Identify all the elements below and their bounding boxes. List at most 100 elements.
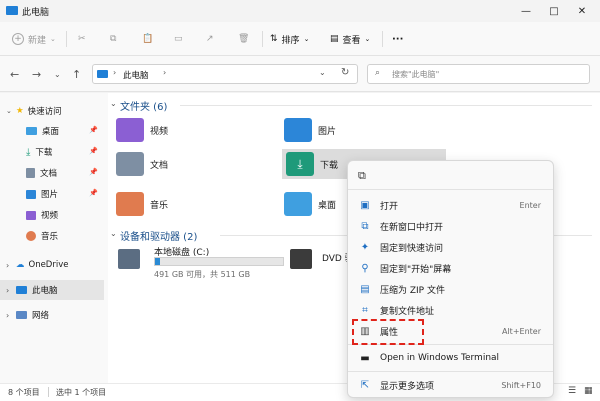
folder-videos[interactable]: 视频: [116, 115, 276, 145]
menu-shortcut: Enter: [519, 200, 541, 210]
share-icon[interactable]: ↗: [206, 30, 214, 48]
sidebar-item-desktop[interactable]: 桌面 📌: [0, 121, 104, 141]
toolbar-divider: [262, 31, 263, 47]
menu-item-label: 显示更多选项: [380, 381, 435, 392]
sidebar-item-documents[interactable]: 文档 📌: [0, 163, 104, 183]
sidebar-item-this-pc[interactable]: › 此电脑: [0, 280, 104, 300]
more-options-icon: ⇱: [360, 379, 370, 391]
sort-button[interactable]: ⇅ 排序 ⌄: [270, 30, 309, 48]
sidebar-item-pictures[interactable]: 图片 📌: [0, 184, 104, 204]
sidebar-item-label: 视频: [41, 211, 59, 221]
copy-icon[interactable]: ⧉: [110, 30, 116, 48]
refresh-icon[interactable]: ↻: [341, 67, 349, 78]
pin-icon: 📌: [89, 126, 98, 134]
view-button[interactable]: ▤ 查看 ⌄: [330, 30, 370, 48]
minimize-button[interactable]: —: [512, 0, 540, 22]
drives-group-header[interactable]: 设备和驱动器 (2): [120, 228, 197, 243]
menu-item-label: 压缩为 ZIP 文件: [380, 285, 445, 296]
folders-chevron-icon[interactable]: ⌄: [110, 99, 117, 108]
new-window-icon: ⧉: [361, 220, 369, 232]
menu-item-open-new-window[interactable]: ⧉ 在新窗口中打开: [352, 216, 551, 236]
folders-group-header[interactable]: 文件夹 (6): [120, 98, 167, 113]
drive-dvd[interactable]: DVD 驱: [288, 243, 354, 283]
maximize-button[interactable]: □: [540, 0, 568, 22]
folder-label: 视频: [150, 126, 169, 137]
pictures-icon: [26, 189, 36, 199]
music-folder-icon: [116, 192, 144, 216]
this-pc-icon: [16, 286, 27, 294]
folder-label: 桌面: [318, 200, 337, 211]
forward-arrow-icon[interactable]: →: [32, 68, 41, 81]
address-dropdown-icon[interactable]: ⌄: [319, 68, 326, 77]
menu-item-open-terminal[interactable]: ▬ Open in Windows Terminal: [352, 348, 551, 368]
drives-chevron-icon[interactable]: ⌄: [110, 229, 117, 238]
download-icon: ⤓: [26, 146, 31, 158]
folder-pictures[interactable]: 图片: [284, 115, 444, 145]
close-button[interactable]: ✕: [568, 0, 596, 22]
windows-drive-icon: [118, 249, 140, 269]
selected-count: 选中 1 个项目: [56, 388, 107, 397]
menu-item-copy-path[interactable]: ⌗ 复制文件地址: [352, 300, 551, 320]
view-label: 查看: [342, 35, 361, 46]
chevron-right-icon: ›: [6, 260, 10, 270]
breadcrumb-chevron-icon: ›: [113, 68, 117, 77]
this-pc-icon: [6, 6, 18, 15]
copy-icon[interactable]: ⧉: [358, 169, 366, 183]
menu-item-pin-quick-access[interactable]: ✦ 固定到快速访问: [352, 237, 551, 257]
recent-chevron-icon[interactable]: ⌄: [54, 70, 61, 79]
desktop-icon: [26, 127, 37, 135]
folder-music[interactable]: 音乐: [116, 189, 276, 219]
folder-label: 下载: [320, 160, 339, 171]
view-icon: ▤: [330, 34, 339, 44]
back-arrow-icon[interactable]: ←: [10, 68, 19, 81]
cut-icon[interactable]: ✂: [78, 30, 86, 48]
cloud-icon: ☁: [16, 260, 25, 270]
pin-start-icon: ⚲: [361, 262, 369, 274]
pictures-folder-icon: [284, 118, 312, 142]
search-box[interactable]: ⌕ 搜索"此电脑": [367, 64, 590, 84]
new-button[interactable]: + 新建 ⌄: [12, 30, 56, 48]
paste-icon[interactable]: 📋: [142, 30, 153, 48]
menu-divider: [348, 189, 553, 190]
delete-icon[interactable]: 🗑: [238, 30, 249, 48]
pin-icon: ✦: [360, 241, 370, 253]
menu-item-pin-start[interactable]: ⚲ 固定到"开始"屏幕: [352, 258, 551, 278]
videos-folder-icon: [116, 118, 144, 142]
up-arrow-icon[interactable]: ↑: [72, 68, 81, 81]
menu-item-open[interactable]: ▣ 打开 Enter: [352, 195, 551, 215]
more-button[interactable]: ···: [392, 30, 403, 48]
sidebar-item-label: 下载: [35, 148, 53, 158]
menu-divider: [348, 371, 553, 372]
pin-icon: 📌: [89, 189, 98, 197]
group-divider: [180, 105, 592, 106]
tiles-view-icon[interactable]: ▦: [584, 386, 593, 396]
command-bar: + 新建 ⌄ ✂ ⧉ 📋 ▭ ↗ 🗑 ⇅ 排序 ⌄ ▤ 查看 ⌄ ···: [0, 22, 600, 56]
network-icon: [16, 311, 27, 319]
menu-item-show-more-options[interactable]: ⇱ 显示更多选项 Shift+F10: [352, 375, 551, 395]
sidebar-item-label: 桌面: [42, 127, 60, 137]
address-bar[interactable]: › 此电脑 › ⌄ ↻: [92, 64, 358, 84]
folder-documents[interactable]: 文档: [116, 149, 276, 179]
rename-icon[interactable]: ▭: [174, 30, 183, 48]
status-divider: [48, 387, 49, 397]
sidebar-item-downloads[interactable]: ⤓ 下载 📌: [0, 142, 104, 162]
drive-c[interactable]: 本地磁盘 (C:) 491 GB 可用，共 511 GB: [116, 243, 288, 283]
sidebar-item-quick-access[interactable]: ⌄ ★ 快速访问: [0, 101, 104, 121]
details-view-icon[interactable]: ☰: [568, 386, 576, 396]
this-pc-icon: [97, 70, 108, 78]
star-icon: ★: [16, 106, 24, 116]
menu-shortcut: Shift+F10: [501, 380, 541, 390]
drive-usage-bar: [154, 257, 284, 266]
sidebar-item-network[interactable]: › 网络: [0, 305, 104, 325]
dvd-drive-icon: [290, 249, 312, 269]
sidebar-item-music[interactable]: 音乐: [0, 226, 104, 246]
menu-item-label: 固定到快速访问: [380, 243, 444, 254]
plus-icon: +: [12, 33, 24, 45]
item-count: 8 个项目: [8, 388, 40, 397]
context-menu: ⧉ ▣ 打开 Enter ⧉ 在新窗口中打开 ✦ 固定到快速访问 ⚲ 固定到"开…: [347, 160, 554, 398]
sidebar-item-onedrive[interactable]: › ☁ OneDrive: [0, 255, 104, 275]
sidebar-item-videos[interactable]: 视频: [0, 205, 104, 225]
folder-label: 图片: [318, 126, 337, 137]
breadcrumb-this-pc[interactable]: 此电脑: [123, 69, 149, 81]
menu-item-compress-zip[interactable]: ▤ 压缩为 ZIP 文件: [352, 279, 551, 299]
